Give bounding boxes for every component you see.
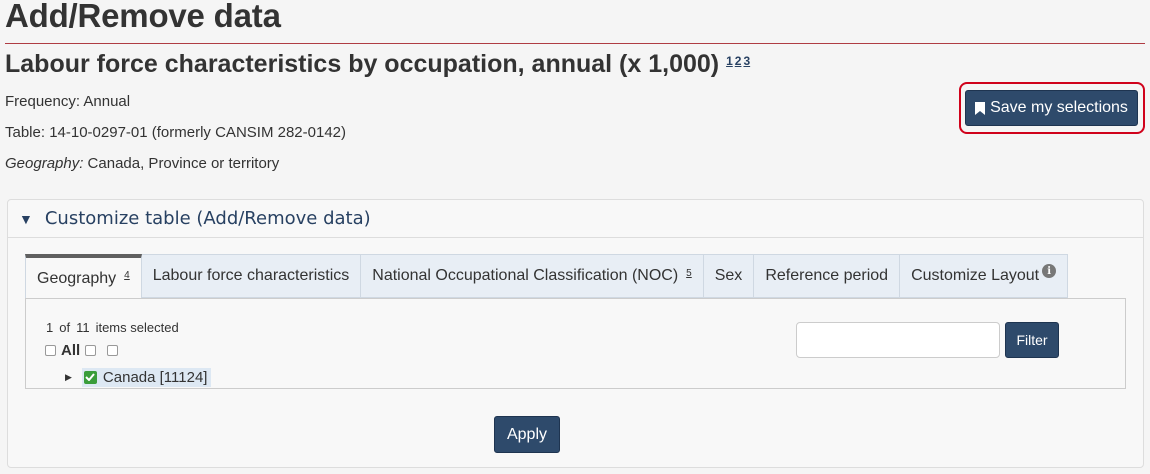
geography-value: Canada, Province or territory: [83, 155, 280, 172]
title-footnotes: 123: [726, 54, 752, 68]
items-selected-label: items selected: [95, 320, 179, 335]
select-all-row: All: [45, 342, 119, 359]
tab-sex-label: Sex: [714, 267, 743, 284]
geography-label: Geography:: [5, 155, 84, 172]
tree-item-canada-label: Canada [11124]: [102, 368, 208, 386]
customize-table-panel: ▼ Customize table (Add/Remove data) Geog…: [7, 199, 1144, 468]
dimension-tabs: Geography 4 Labour force characteristics…: [25, 254, 1069, 299]
selection-count: 1 of 11 items selected: [46, 320, 185, 335]
tab-geography-footnote: 4: [124, 270, 130, 281]
geography-text: Geography: Canada, Province or territory: [5, 155, 279, 172]
bookmark-icon: [975, 101, 986, 115]
table-title-text: Labour force characteristics by occupati…: [5, 50, 720, 78]
frequency-text: Frequency: Annual: [5, 93, 131, 110]
footnote-link-5[interactable]: 5: [686, 268, 692, 279]
tab-geography-label: Geography: [37, 269, 117, 287]
checkbox-option-3[interactable]: [107, 345, 119, 356]
save-selections-button[interactable]: Save my selections: [965, 90, 1138, 126]
title-divider: [5, 43, 1145, 44]
info-icon[interactable]: i: [1042, 264, 1057, 278]
select-all-label: All: [61, 342, 81, 359]
apply-button[interactable]: Apply: [494, 416, 560, 453]
checkbox-option-2[interactable]: [85, 345, 97, 356]
tab-geography[interactable]: Geography 4: [25, 254, 142, 299]
tree-item-canada-selection[interactable]: Canada [11124]: [81, 367, 212, 387]
customize-table-title: Customize table (Add/Remove data): [44, 208, 371, 229]
geography-tab-content: 1 of 11 items selected All ▶ Canada [11124]…: [25, 298, 1126, 389]
caret-right-icon[interactable]: ▶: [65, 372, 72, 383]
tab-noc[interactable]: National Occupational Classification (NO…: [361, 254, 704, 298]
filter-button[interactable]: Filter: [1005, 322, 1059, 358]
tab-reference-period[interactable]: Reference period: [754, 254, 901, 298]
select-all-checkbox[interactable]: [45, 345, 56, 356]
table-title: Labour force characteristics by occupati…: [5, 50, 752, 79]
selected-count: 1: [46, 320, 54, 335]
filter-input[interactable]: [796, 322, 1000, 358]
tab-labour-force-characteristics[interactable]: Labour force characteristics: [141, 254, 362, 298]
tab-noc-footnote: 5: [686, 268, 692, 279]
checkmark-icon[interactable]: [83, 370, 97, 384]
save-selections-label: Save my selections: [990, 99, 1128, 116]
triangle-down-icon: ▼: [19, 210, 33, 227]
page-title: Add/Remove data: [5, 0, 281, 34]
customize-table-toggle[interactable]: ▼ Customize table (Add/Remove data): [8, 200, 1143, 238]
save-selections-highlight: Save my selections: [959, 82, 1145, 134]
footnote-link-1[interactable]: 1: [726, 54, 733, 68]
tab-reference-period-label: Reference period: [765, 267, 889, 284]
tab-labour-force-label: Labour force characteristics: [152, 267, 350, 284]
footnote-link-3[interactable]: 3: [743, 54, 750, 68]
footnote-link-2[interactable]: 2: [735, 54, 742, 68]
tab-sex[interactable]: Sex: [703, 254, 755, 298]
tab-customize-layout-label: Customize Layout: [911, 267, 1040, 284]
footnote-link-4[interactable]: 4: [124, 270, 130, 281]
tab-customize-layout[interactable]: Customize Layout i: [900, 254, 1069, 298]
tree-item-canada: ▶ Canada [11124]: [65, 367, 212, 387]
of-label: of: [59, 320, 71, 335]
total-count: 11: [76, 320, 90, 335]
tab-noc-label: National Occupational Classification (NO…: [372, 267, 679, 284]
table-id-text: Table: 14-10-0297-01 (formerly CANSIM 28…: [5, 124, 346, 141]
